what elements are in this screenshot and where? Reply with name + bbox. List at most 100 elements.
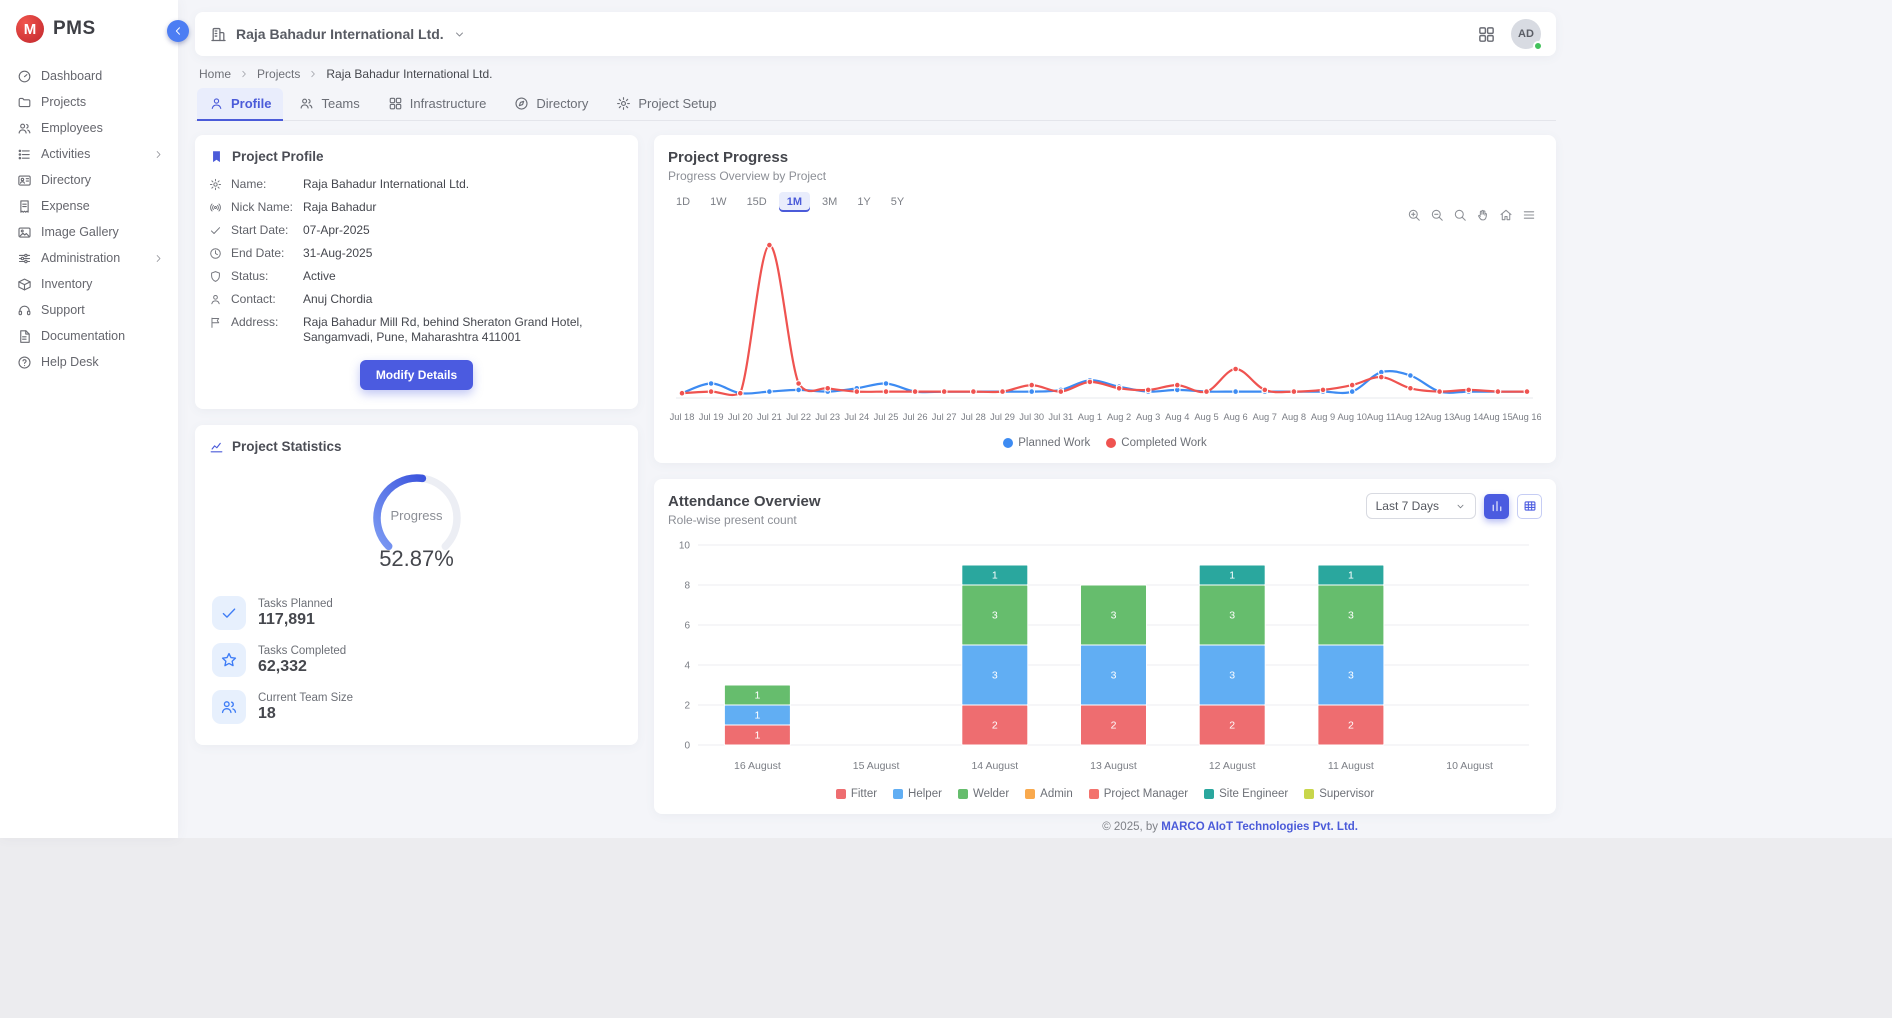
tab-label: Infrastructure: [410, 96, 487, 111]
sidebar-item-image-gallery[interactable]: Image Gallery: [0, 219, 178, 245]
tab-label: Profile: [231, 96, 271, 111]
field-label: Start Date:: [231, 223, 294, 238]
sidebar-item-label: Administration: [41, 251, 120, 265]
main-area: Raja Bahadur International Ltd. AD Home P…: [178, 0, 1892, 838]
stat-current-team-size: Current Team Size18: [212, 690, 621, 724]
selection-zoom-icon[interactable]: [1453, 208, 1467, 222]
chevron-down-icon: [1455, 501, 1466, 512]
range-button-3m[interactable]: 3M: [814, 192, 845, 212]
chevron-right-icon: [153, 149, 164, 160]
legend-item-completed-work[interactable]: Completed Work: [1106, 437, 1206, 449]
breadcrumb: Home Projects Raja Bahadur International L…: [199, 67, 1552, 81]
tab-teams[interactable]: Teams: [287, 88, 371, 121]
users-icon: [17, 121, 32, 136]
sidebar-item-expense[interactable]: Expense: [0, 193, 178, 219]
sidebar-item-projects[interactable]: Projects: [0, 89, 178, 115]
sidebar-item-administration[interactable]: Administration: [0, 245, 178, 271]
legend-item-project-manager[interactable]: Project Manager: [1089, 788, 1188, 800]
date-range-select[interactable]: Last 7 Days: [1366, 493, 1476, 519]
profile-fields: Name:Raja Bahadur International Ltd.Nick…: [209, 177, 624, 345]
legend-item-helper[interactable]: Helper: [893, 788, 942, 800]
svg-text:Jul 20: Jul 20: [728, 412, 753, 422]
legend-item-fitter[interactable]: Fitter: [836, 788, 877, 800]
svg-text:3: 3: [1111, 670, 1117, 682]
app-logo[interactable]: M PMS: [0, 0, 178, 59]
bar-view-button[interactable]: [1484, 494, 1509, 519]
svg-text:3: 3: [1348, 670, 1354, 682]
sidebar-item-activities[interactable]: Activities: [0, 141, 178, 167]
logo-icon: M: [16, 15, 44, 43]
apps-grid-icon[interactable]: [1477, 25, 1496, 44]
zoom-out-icon[interactable]: [1430, 208, 1444, 222]
company-link[interactable]: MARCO AIoT Technologies Pvt. Ltd.: [1161, 821, 1358, 833]
legend-label: Site Engineer: [1219, 788, 1288, 800]
gauge-value: 52.87%: [379, 546, 454, 572]
sidebar-item-support[interactable]: Support: [0, 297, 178, 323]
legend-marker: [836, 789, 846, 799]
svg-text:8: 8: [684, 581, 690, 592]
sidebar-item-documentation[interactable]: Documentation: [0, 323, 178, 349]
line-chart[interactable]: Jul 18Jul 19Jul 20Jul 21Jul 22Jul 23Jul …: [668, 227, 1541, 432]
tab-directory[interactable]: Directory: [502, 88, 600, 121]
avatar[interactable]: AD: [1511, 19, 1541, 49]
svg-text:4: 4: [684, 661, 690, 672]
svg-text:2: 2: [1111, 720, 1117, 732]
svg-text:1: 1: [1229, 570, 1235, 582]
legend-label: Admin: [1040, 788, 1073, 800]
sidebar-collapse-button[interactable]: [167, 20, 189, 42]
sliders-icon: [17, 251, 32, 266]
card-subtitle: Progress Overview by Project: [668, 169, 1542, 183]
breadcrumb-item-home[interactable]: Home: [199, 67, 231, 81]
range-button-1w[interactable]: 1W: [702, 192, 735, 212]
profile-field-start-date: Start Date:07-Apr-2025: [209, 223, 624, 238]
chevron-down-icon: [453, 28, 466, 41]
svg-text:1: 1: [754, 710, 760, 722]
range-button-1d[interactable]: 1D: [668, 192, 698, 212]
legend-item-admin[interactable]: Admin: [1025, 788, 1073, 800]
svg-text:Jul 24: Jul 24: [844, 412, 869, 422]
field-label: Contact:: [231, 292, 294, 307]
legend-item-site-engineer[interactable]: Site Engineer: [1204, 788, 1288, 800]
sidebar-item-dashboard[interactable]: Dashboard: [0, 63, 178, 89]
help-circle-icon: [17, 355, 32, 370]
svg-text:Jul 22: Jul 22: [786, 412, 811, 422]
range-button-15d[interactable]: 15D: [739, 192, 775, 212]
svg-text:6: 6: [684, 621, 690, 632]
receipt-icon: [17, 199, 32, 214]
stat-icon-box: [212, 596, 246, 630]
menu-icon[interactable]: [1522, 208, 1536, 222]
field-value: Raja Bahadur International Ltd.: [303, 177, 469, 192]
reset-zoom-icon[interactable]: [1499, 208, 1513, 222]
copyright-text: © 2025, by: [1102, 821, 1161, 833]
svg-text:Aug 9: Aug 9: [1311, 412, 1335, 422]
legend-marker: [1304, 789, 1314, 799]
stat-label: Current Team Size: [258, 692, 353, 704]
tab-infrastructure[interactable]: Infrastructure: [376, 88, 499, 121]
stat-rows: Tasks Planned117,891Tasks Completed62,33…: [209, 596, 624, 724]
breadcrumb-item-projects[interactable]: Projects: [257, 67, 300, 81]
modify-details-button[interactable]: Modify Details: [360, 360, 473, 390]
stat-label: Tasks Completed: [258, 645, 346, 657]
sidebar-item-label: Dashboard: [41, 69, 102, 83]
legend-item-welder[interactable]: Welder: [958, 788, 1009, 800]
svg-text:3: 3: [1229, 610, 1235, 622]
stacked-bar-chart[interactable]: 024681011116 August15 August233114 Augus…: [668, 531, 1541, 783]
tab-project-setup[interactable]: Project Setup: [604, 88, 728, 121]
legend-item-supervisor[interactable]: Supervisor: [1304, 788, 1374, 800]
range-button-1y[interactable]: 1Y: [849, 192, 878, 212]
table-view-button[interactable]: [1517, 494, 1542, 519]
range-button-1m[interactable]: 1M: [779, 192, 810, 212]
range-button-5y[interactable]: 5Y: [883, 192, 912, 212]
progress-gauge: Progress 52.87%: [209, 466, 624, 572]
tab-profile[interactable]: Profile: [197, 88, 283, 121]
zoom-in-icon[interactable]: [1407, 208, 1421, 222]
sidebar-item-directory[interactable]: Directory: [0, 167, 178, 193]
pan-icon[interactable]: [1476, 208, 1490, 222]
legend-item-planned-work[interactable]: Planned Work: [1003, 437, 1090, 449]
sidebar-item-employees[interactable]: Employees: [0, 115, 178, 141]
stat-icon-box: [212, 690, 246, 724]
breadcrumb-item-raja-bahadur-international-ltd[interactable]: Raja Bahadur International Ltd.: [326, 67, 492, 81]
sidebar-item-inventory[interactable]: Inventory: [0, 271, 178, 297]
sidebar-item-help-desk[interactable]: Help Desk: [0, 349, 178, 375]
company-selector[interactable]: Raja Bahadur International Ltd.: [210, 26, 466, 43]
